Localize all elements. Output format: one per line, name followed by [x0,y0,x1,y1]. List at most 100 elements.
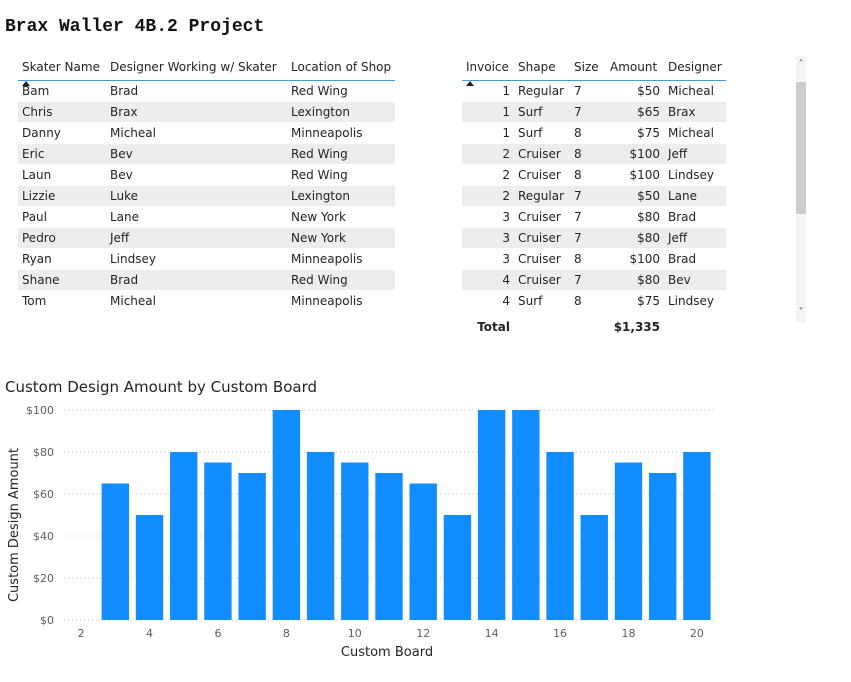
chart-title: Custom Design Amount by Custom Board [5,378,317,396]
table-row[interactable]: Paul Lane New York [18,206,396,228]
table-cell: 7 [570,101,606,123]
bar [306,452,335,620]
table-cell: $80 [606,227,664,249]
scroll-thumb[interactable] [796,82,806,214]
table-cell: 3 [462,248,514,270]
table-row[interactable]: Laun Bev Red Wing [18,164,396,186]
header-location[interactable]: Location of Shop [287,54,396,81]
table-cell: Brax [106,101,287,123]
table-cell: Lexington [287,185,396,207]
table-cell: 4 [462,269,514,291]
header-skater-name[interactable]: Skater Name [18,54,106,86]
table-cell: Paul [18,206,106,228]
header-label: Size [574,60,599,74]
header-label: Shape [518,60,556,74]
table-row[interactable]: Bam Brad Red Wing [18,80,396,102]
header-label: Invoice [466,60,509,74]
table-cell: 8 [570,248,606,270]
bar [341,462,369,620]
table-row[interactable]: Eric Bev Red Wing [18,143,396,165]
table-row[interactable]: 2 Cruiser 8 $100 Jeff [462,143,726,165]
table-row[interactable]: 1 Surf 8 $75 Micheal [462,122,726,144]
sort-ascending-icon[interactable] [22,81,30,86]
table-row[interactable]: 1 Regular 7 $50 Micheal [462,80,726,102]
y-tick-label: $40 [33,530,54,543]
table-row[interactable]: 2 Cruiser 8 $100 Lindsey [462,164,726,186]
table-cell: Micheal [106,122,287,144]
table-row[interactable]: Ryan Lindsey Minneapolis [18,248,396,270]
bar [546,452,574,620]
table-row[interactable]: Pedro Jeff New York [18,227,396,249]
table-scrollbar[interactable]: ˄ ˅ [796,56,806,322]
header-shape[interactable]: Shape [514,54,570,81]
table-cell: Lindsey [664,290,726,312]
header-invoice[interactable]: Invoice [462,54,514,86]
table-cell: $100 [606,248,664,270]
table-cell: Jeff [106,227,287,249]
table-row[interactable]: Chris Brax Lexington [18,101,396,123]
bar [512,410,540,620]
header-size[interactable]: Size [570,54,606,81]
table-row[interactable]: Tom Micheal Minneapolis [18,290,396,312]
table-cell: Brad [664,206,726,228]
table-cell: Bam [18,80,106,102]
table-cell: Micheal [664,80,726,102]
table-cell: Lindsey [106,248,287,270]
table-cell: 3 [462,227,514,249]
x-tick-label: 4 [146,627,153,640]
x-tick-label: 18 [621,627,635,640]
table-row[interactable]: 4 Surf 8 $75 Lindsey [462,290,726,312]
y-tick-label: $100 [26,404,54,417]
table-cell: 1 [462,101,514,123]
table-cell: $80 [606,269,664,291]
table-row[interactable]: 3 Cruiser 8 $100 Brad [462,248,726,270]
bar [443,515,472,620]
header-label: Designer [668,60,722,74]
table-cell: Red Wing [287,80,396,102]
table-cell: Cruiser [514,248,570,270]
y-tick-label: $0 [40,614,54,627]
table-cell: Micheal [664,122,726,144]
table-cell: Chris [18,101,106,123]
header-amount[interactable]: Amount [606,54,664,81]
bar-chart: $0 $20 $40 $60 $80 $100 2 4 6 8 10 12 14 16 18 20 Custom… [7,404,714,660]
table-cell: 7 [570,185,606,207]
table-row[interactable]: Danny Micheal Minneapolis [18,122,396,144]
table-cell: Bev [106,143,287,165]
table-row[interactable]: Lizzie Luke Lexington [18,185,396,207]
table-cell: $80 [606,206,664,228]
table-cell: Cruiser [514,269,570,291]
header-designer[interactable]: Designer Working w/ Skater [106,54,287,81]
table-row[interactable]: 3 Cruiser 7 $80 Brad [462,206,726,228]
table-cell: Surf [514,290,570,312]
page-title: Brax Waller 4B.2 Project [5,17,265,37]
table-cell: Red Wing [287,143,396,165]
bar [683,452,711,620]
chevron-down-icon[interactable]: ˅ [796,308,806,318]
table-cell: 8 [570,164,606,186]
table-row[interactable]: 3 Cruiser 7 $80 Jeff [462,227,726,249]
bar [204,462,232,620]
header-designer[interactable]: Designer [664,54,726,81]
x-tick-label: 6 [214,627,221,640]
bar [272,410,301,620]
bar [580,515,608,620]
table-cell: 7 [570,227,606,249]
x-tick-label: 10 [348,627,362,640]
table-cell: Cruiser [514,143,570,165]
table-cell: Bev [664,269,726,291]
table-cell: $75 [606,290,664,312]
table-row[interactable]: 4 Cruiser 7 $80 Bev [462,269,726,291]
table-row[interactable]: 1 Surf 7 $65 Brax [462,101,726,123]
table-cell: Cruiser [514,206,570,228]
table-cell: 8 [570,290,606,312]
header-label: Skater Name [22,60,100,74]
chevron-up-icon[interactable]: ˄ [796,60,806,70]
table-cell: Cruiser [514,164,570,186]
table-row[interactable]: 2 Regular 7 $50 Lane [462,185,726,207]
table-cell: 7 [570,206,606,228]
table-row[interactable]: Shane Brad Red Wing [18,269,396,291]
y-tick-label: $20 [33,572,54,585]
table-cell: Brad [106,269,287,291]
sort-ascending-icon[interactable] [466,81,474,86]
